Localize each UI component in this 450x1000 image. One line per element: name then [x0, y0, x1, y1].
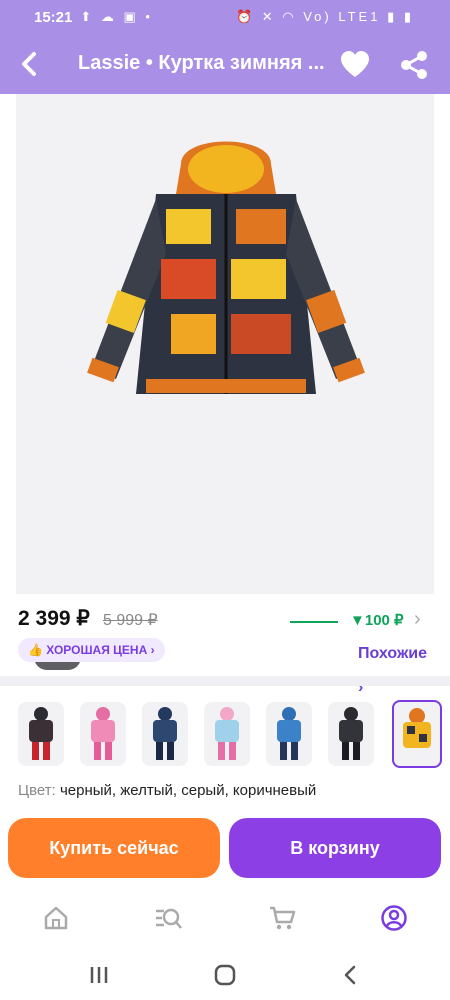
variant-thumb-blue[interactable] [266, 702, 312, 766]
similar-products-button[interactable]: Похожие › [346, 637, 440, 696]
catalog-search-icon[interactable] [154, 904, 182, 932]
section-divider [0, 676, 450, 686]
share-icon[interactable] [398, 49, 430, 81]
price-row: 2 399 ₽ 5 999 ₽ ▼100 ₽ › [18, 606, 438, 636]
status-bar: 15:21 ⬆ ☁ ▣ • ⏰ ✕ ◠ Vo) LTE1 ▮ ▮ [0, 0, 450, 34]
variant-thumb-yellow-selected[interactable] [392, 700, 442, 768]
cart-icon[interactable] [268, 904, 296, 932]
good-price-badge[interactable]: 👍 ХОРОШАЯ ЦЕНА › [18, 638, 165, 662]
variant-thumb-navy[interactable] [142, 702, 188, 766]
home-button-icon[interactable] [212, 962, 238, 988]
variant-thumbnails [18, 700, 448, 768]
color-value: черный, желтый, серый, коричневый [55, 782, 317, 799]
favorite-heart-icon[interactable] [338, 48, 372, 82]
back-arrow-icon[interactable] [14, 48, 46, 80]
bottom-tab-bar [0, 886, 450, 950]
variant-thumb-black[interactable] [18, 702, 64, 766]
variant-thumb-pink[interactable] [80, 702, 126, 766]
product-jacket-image [87, 141, 365, 394]
status-time: 15:21 [34, 8, 73, 26]
variant-thumb-dark[interactable] [328, 702, 374, 766]
app-bar: Lassie • Куртка зимняя ... [0, 34, 450, 94]
variant-thumb-print-pink[interactable] [204, 702, 250, 766]
color-label: Цвет: [18, 782, 56, 799]
page-title: Lassie • Куртка зимняя ... [78, 52, 325, 74]
bonus-indicator-line [290, 621, 338, 623]
buy-now-button[interactable]: Купить сейчас [8, 818, 220, 878]
current-price: 2 399 ₽ [18, 607, 90, 630]
status-notification-icons: ⬆ ☁ ▣ • [80, 9, 153, 24]
recent-apps-icon[interactable] [86, 962, 112, 988]
old-price: 5 999 ₽ [103, 612, 158, 629]
home-icon[interactable] [42, 904, 70, 932]
add-to-cart-button[interactable]: В корзину [229, 818, 441, 878]
status-system-icons: ⏰ ✕ ◠ Vo) LTE1 ▮ ▮ [235, 9, 414, 24]
chevron-right-icon[interactable]: › [414, 608, 421, 631]
bonus-amount[interactable]: ▼100 ₽ [350, 611, 404, 629]
system-navigation-bar [0, 950, 450, 1000]
back-button-icon[interactable] [338, 962, 364, 988]
product-image-gallery[interactable]: 1/10 Похожие › [16, 94, 440, 696]
color-info: Цвет: черный, желтый, серый, коричневый [18, 782, 316, 799]
profile-icon[interactable] [380, 904, 408, 932]
